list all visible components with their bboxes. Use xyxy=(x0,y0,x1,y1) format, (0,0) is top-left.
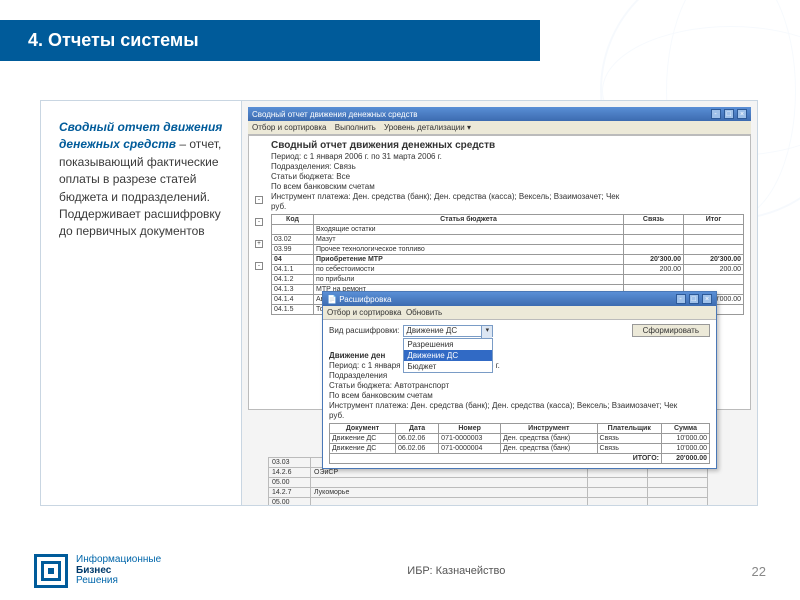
page-number: 22 xyxy=(752,564,766,579)
th-dept: Связь xyxy=(624,215,684,225)
drilldown-window: 📄 Расшифровка - □ × Отбор и сортировка О… xyxy=(322,291,717,469)
table-row: 05.00 xyxy=(269,498,708,506)
th-doc: Документ xyxy=(330,424,396,434)
table-row: 05.00 xyxy=(269,478,708,488)
table-row: 03.99Прочее технологическое топливо xyxy=(272,245,744,255)
chevron-down-icon[interactable]: ▾ xyxy=(481,326,492,338)
dd-accounts: По всем банковским счетам xyxy=(329,391,710,400)
filter-button[interactable]: Отбор и сортировка xyxy=(252,123,327,132)
total-label: ИТОГО: xyxy=(330,454,662,464)
content-frame: Сводный отчет движения денежных средств … xyxy=(40,100,758,506)
form-button[interactable]: Сформировать xyxy=(632,324,710,337)
collapse-toggle[interactable]: + xyxy=(255,240,263,248)
dd-dept: Подразделения xyxy=(329,371,710,380)
slide-title: 4. Отчеты системы xyxy=(28,30,199,51)
th-code: Код xyxy=(272,215,314,225)
description-body: – отчет, показывающий фактические оплаты… xyxy=(59,137,221,238)
screenshot-column: Сводный отчет движения денежных средств … xyxy=(241,101,757,505)
dd-articles: Статьи бюджета: Автотранспорт xyxy=(329,381,710,390)
main-window-titlebar: Сводный отчет движения денежных средств … xyxy=(248,107,751,121)
main-window-title: Сводный отчет движения денежных средств xyxy=(252,110,417,119)
kind-option[interactable]: Разрешения xyxy=(404,339,492,350)
report-dept: Подразделения: Связь xyxy=(271,162,744,171)
table-row: 03.02Мазут xyxy=(272,235,744,245)
detail-dropdown[interactable]: Уровень детализации ▾ xyxy=(384,123,471,132)
th-date: Дата xyxy=(396,424,439,434)
table-header-row: Код Статья бюджета Связь Итог xyxy=(272,215,744,225)
close-icon[interactable]: × xyxy=(737,109,747,119)
drilldown-titlebar: 📄 Расшифровка - □ × xyxy=(323,292,716,306)
collapse-toggle[interactable]: - xyxy=(255,196,263,204)
th-payer: Плательщик xyxy=(597,424,661,434)
footer-center: ИБР: Казначейство xyxy=(407,565,505,577)
logo-icon xyxy=(34,554,68,588)
logo-line: Решения xyxy=(76,575,118,586)
description-column: Сводный отчет движения денежных средств … xyxy=(41,101,241,505)
report-articles: Статьи бюджета: Все xyxy=(271,172,744,181)
th-total: Итог xyxy=(684,215,744,225)
kind-dropdown-list: Разрешения Движение ДС Бюджет xyxy=(403,338,493,373)
table-row: Движение ДС06.02.06071-0000004Ден. средс… xyxy=(330,444,710,454)
slide-footer: Информационные Бизнес Решения ИБР: Казна… xyxy=(0,554,800,588)
report-period: Период: с 1 января 2006 г. по 31 марта 2… xyxy=(271,152,744,161)
drilldown-toolbar: Отбор и сортировка Обновить xyxy=(323,306,716,320)
table-header-row: Документ Дата Номер Инструмент Плательщи… xyxy=(330,424,710,434)
run-button[interactable]: Выполнить xyxy=(335,123,376,132)
dd-section-title: Движение ден xyxy=(329,351,710,360)
kind-option[interactable]: Движение ДС xyxy=(404,350,492,361)
drilldown-table: Документ Дата Номер Инструмент Плательщи… xyxy=(329,423,710,464)
collapse-toggle[interactable]: - xyxy=(255,218,263,226)
report-instrument: Инструмент платежа: Ден. средства (банк)… xyxy=(271,192,744,201)
dd-period: Период: с 1 января 2006 г. по 31 марта 2… xyxy=(329,361,710,370)
slide-title-bar: 4. Отчеты системы xyxy=(0,20,540,61)
report-accounts: По всем банковским счетам xyxy=(271,182,744,191)
tree-outline: - - + - xyxy=(255,196,263,456)
total-value: 20'000.00 xyxy=(661,454,709,464)
logo-text: Информационные Бизнес Решения xyxy=(76,555,161,587)
kind-option[interactable]: Бюджет xyxy=(404,361,492,372)
window-buttons: - □ × xyxy=(710,109,747,119)
report-unit: руб. xyxy=(271,202,744,211)
th-sum: Сумма xyxy=(661,424,709,434)
th-article: Статья бюджета xyxy=(314,215,624,225)
table-row: 14.2.7Лукоморье xyxy=(269,488,708,498)
logo-area: Информационные Бизнес Решения xyxy=(34,554,161,588)
logo-line: Бизнес xyxy=(76,565,111,576)
minimize-icon[interactable]: - xyxy=(711,109,721,119)
close-icon[interactable]: × xyxy=(702,294,712,304)
drilldown-title: Расшифровка xyxy=(339,295,391,304)
kind-select[interactable]: Движение ДС ▾ Разрешения Движение ДС Бюд… xyxy=(403,325,493,337)
maximize-icon[interactable]: □ xyxy=(724,109,734,119)
logo-line: Информационные xyxy=(76,554,161,565)
minimize-icon[interactable]: - xyxy=(676,294,686,304)
maximize-icon[interactable]: □ xyxy=(689,294,699,304)
th-num: Номер xyxy=(439,424,501,434)
table-row: Движение ДС06.02.06071-0000003Ден. средс… xyxy=(330,434,710,444)
main-toolbar: Отбор и сортировка Выполнить Уровень дет… xyxy=(248,121,751,135)
kind-label: Вид расшифровки: xyxy=(329,326,399,335)
table-row: 14.2.6ОЭиСР xyxy=(269,468,708,478)
total-row: ИТОГО: 20'000.00 xyxy=(330,454,710,464)
table-row: 04Приобретение МТР20'300.0020'300.00 xyxy=(272,255,744,265)
collapse-toggle[interactable]: - xyxy=(255,262,263,270)
table-row: Входящие остатки xyxy=(272,225,744,235)
th-instr: Инструмент xyxy=(501,424,597,434)
kind-select-value: Движение ДС xyxy=(406,326,457,335)
table-row: 04.1.1по себестоимости200.00200.00 xyxy=(272,265,744,275)
dd-unit: руб. xyxy=(329,411,710,420)
dd-filter-button[interactable]: Отбор и сортировка xyxy=(327,308,402,317)
dd-refresh-button[interactable]: Обновить xyxy=(406,308,442,317)
window-buttons: - □ × xyxy=(675,294,712,304)
drilldown-body: Вид расшифровки: Движение ДС ▾ Разрешени… xyxy=(323,320,716,468)
table-row: 04.1.2по прибыли xyxy=(272,275,744,285)
dd-instrument: Инструмент платежа: Ден. средства (банк)… xyxy=(329,401,710,410)
report-title: Сводный отчет движения денежных средств xyxy=(271,140,744,151)
